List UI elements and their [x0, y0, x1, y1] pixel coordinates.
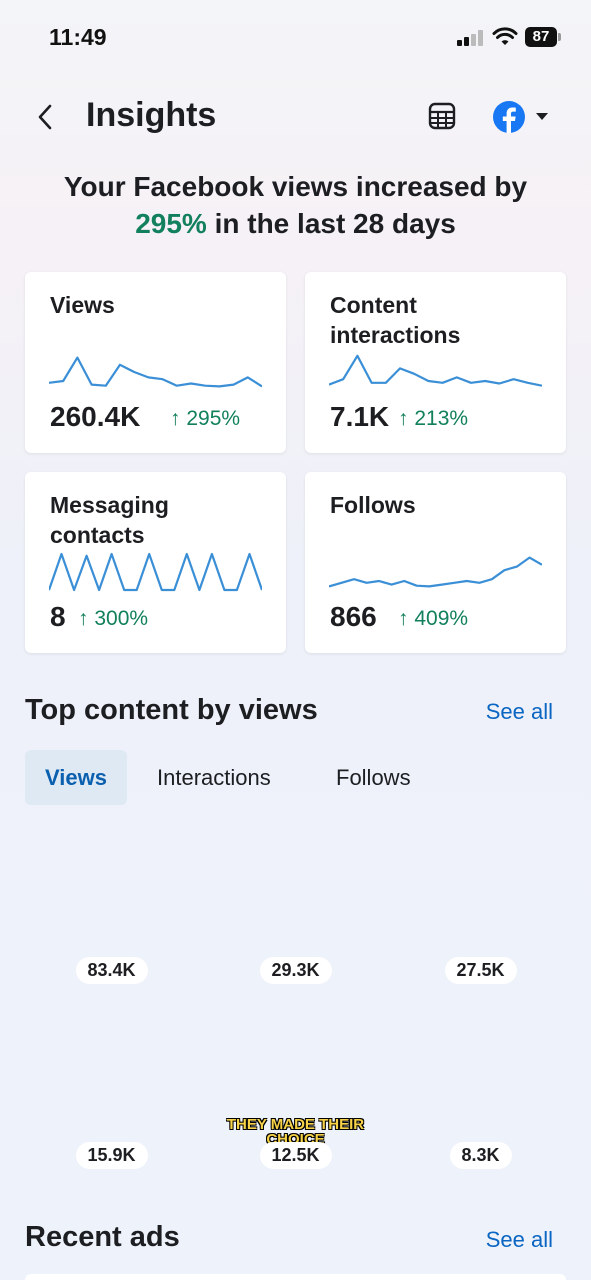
- views-card[interactable]: Views 260.4K ↑ 295%: [25, 272, 286, 453]
- wifi-icon: [492, 27, 518, 45]
- content-thumbnail[interactable]: 15.9K: [25, 1008, 198, 1181]
- top-content-title: Top content by views: [25, 694, 318, 726]
- card-label: Content interactions: [330, 292, 461, 348]
- sparkline-path: [329, 556, 542, 588]
- views-count-badge: 27.5K: [444, 957, 517, 984]
- views-count-badge: 8.3K: [449, 1142, 512, 1169]
- headline: Your Facebook views increased by 295% in…: [20, 168, 571, 242]
- status-bar: 11:49 87: [0, 0, 591, 70]
- sparkline-path: [49, 552, 262, 592]
- top-content-see-all-link[interactable]: See all: [486, 699, 553, 725]
- card-value: 260.4K: [50, 401, 141, 432]
- cellular-signal-icon: [457, 30, 485, 46]
- content-thumbnail[interactable]: 8.3K: [394, 1008, 567, 1181]
- follows-sparkline: [329, 556, 542, 588]
- chevron-left-icon: [38, 104, 52, 130]
- card-delta: ↑ 409%: [398, 607, 469, 630]
- tab-interactions[interactable]: Interactions: [157, 750, 271, 805]
- battery-level: 87: [525, 27, 557, 47]
- content-thumbnail[interactable]: 29.3K: [209, 823, 382, 996]
- card-value: 7.1K: [330, 401, 390, 432]
- headline-percent: 295%: [135, 208, 207, 239]
- views-count-badge: 15.9K: [75, 1142, 148, 1169]
- facebook-icon: [493, 101, 525, 133]
- card-label: Messaging contacts: [50, 492, 169, 548]
- recent-ads-see-all-link[interactable]: See all: [486, 1227, 553, 1253]
- sparkline-path: [49, 356, 262, 388]
- content-thumbnail[interactable]: 83.4K: [25, 823, 198, 996]
- table-icon: [428, 102, 456, 130]
- interactions-sparkline: [329, 354, 542, 387]
- card-delta: ↑ 300%: [78, 607, 149, 630]
- tab-follows[interactable]: Follows: [336, 750, 411, 805]
- back-button[interactable]: [30, 100, 60, 134]
- messaging-sparkline: [49, 552, 262, 592]
- sparkline-path: [329, 354, 542, 387]
- card-label: Views: [50, 292, 115, 318]
- headline-text: Your Facebook views increased by: [63, 171, 528, 202]
- recent-ads-title: Recent ads: [25, 1221, 180, 1253]
- content-thumbnail[interactable]: 27.5K: [394, 823, 567, 996]
- caret-down-icon: [536, 113, 548, 120]
- page-title: Insights: [86, 96, 217, 134]
- export-table-button[interactable]: [426, 100, 458, 132]
- card-value: 866: [330, 601, 377, 632]
- views-count-badge: 12.5K: [259, 1142, 332, 1169]
- card-value: 8: [50, 601, 66, 632]
- content-interactions-card[interactable]: Content interactions 7.1K ↑ 213%: [305, 272, 566, 453]
- tab-views[interactable]: Views: [25, 750, 127, 805]
- card-label: Follows: [330, 492, 416, 518]
- status-time: 11:49: [49, 24, 107, 50]
- views-count-badge: 83.4K: [75, 957, 148, 984]
- battery-icon: 87: [525, 27, 561, 47]
- views-count-badge: 29.3K: [259, 957, 332, 984]
- recent-ads-card[interactable]: [25, 1274, 566, 1280]
- card-delta: ↑ 295%: [170, 407, 241, 430]
- content-thumbnail[interactable]: THEY MADE THEIR CHOICE 12.5K: [209, 1008, 382, 1181]
- views-sparkline: [49, 356, 262, 388]
- card-delta: ↑ 213%: [398, 407, 469, 430]
- account-switcher[interactable]: [492, 100, 552, 134]
- headline-suffix: in the last 28 days: [206, 208, 456, 239]
- follows-card[interactable]: Follows 866 ↑ 409%: [305, 472, 566, 653]
- messaging-contacts-card[interactable]: Messaging contacts 8 ↑ 300%: [25, 472, 286, 653]
